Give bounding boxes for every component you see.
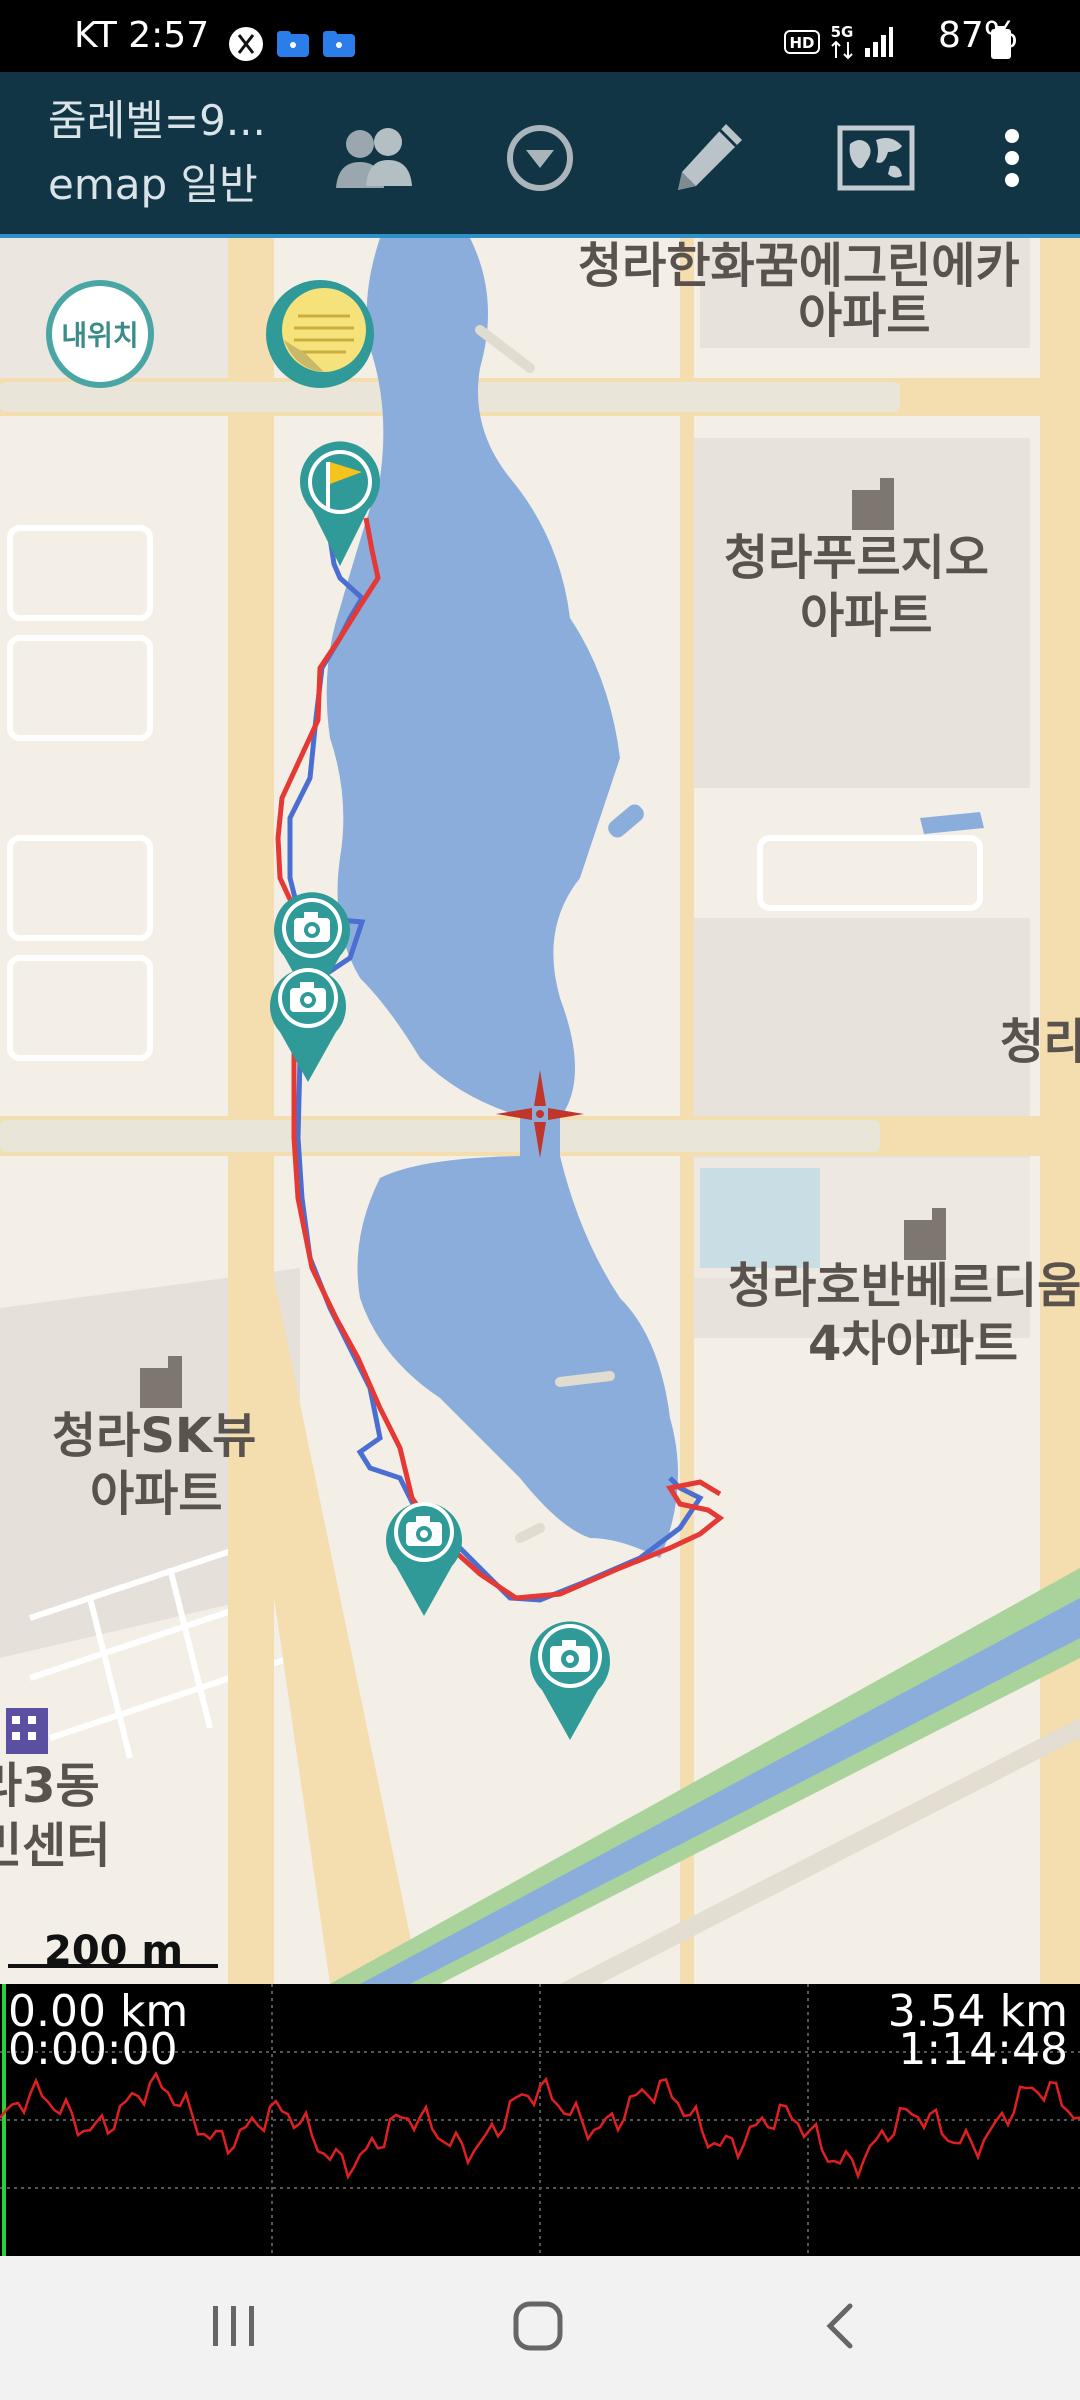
more-vert-icon [1002,128,1022,192]
photo-marker[interactable] [384,1488,462,1616]
label-dong: 라3동 [0,1758,100,1814]
my-location-button[interactable]: 내위치 [46,280,154,388]
recents-icon [209,2304,259,2352]
map-view[interactable]: 내위치 청라한화꿈에그린에카 아파트 청라푸르지오 아파트 청라 청라호반베르디… [0,238,1080,1984]
label-hoban: 청라호반베르디움 [728,1258,1080,1314]
folder-icon [276,30,310,62]
photo-marker[interactable] [268,954,346,1082]
svg-text:HD: HD [789,34,814,52]
folder-icon [322,30,356,62]
map-type-label[interactable]: emap 일반 [48,158,258,212]
5g-data-icon: 5G [826,22,858,66]
signal-icon [864,26,894,62]
zoom-level-label[interactable]: 줌레벨=9... [48,94,266,148]
map-layers-button[interactable] [824,108,928,212]
edit-button[interactable] [656,108,760,212]
map-layers-icon [836,122,916,198]
scale-line [8,1964,218,1968]
more-options-button[interactable] [962,108,1062,212]
start-flag-marker[interactable] [298,438,380,566]
my-location-label: 내위치 [61,319,139,352]
scale-bar: 200 m [8,1928,218,1974]
label-hanwha-apt: 아파트 [798,288,931,344]
elevation-profile[interactable]: 0.00 km 0:00:00 3.54 km 1:14:48 [0,1984,1080,2256]
end-time: 1:14:48 [898,2024,1068,2075]
label-sk: 청라SK뷰 [52,1408,257,1464]
back-button[interactable] [780,2278,900,2378]
home-icon [512,2300,564,2356]
x-app-icon [228,26,264,66]
clock: 2:57 [128,15,210,56]
label-prugio: 청라푸르지오 [724,530,989,586]
home-button[interactable] [478,2278,598,2378]
system-nav-bar [0,2256,1080,2400]
battery-icon [990,26,1012,64]
label-hoban-apt: 4차아파트 [808,1316,1019,1372]
map-toolbar: 줌레벨=9... emap 일반 [0,72,1080,238]
carrier-label: KT [74,15,117,56]
dropdown-button[interactable] [488,108,592,212]
label-hanwha: 청라한화꿈에그린에카 [578,238,1020,294]
status-left: KT 2:57 [74,14,209,58]
memo-button[interactable] [266,280,374,388]
group-button[interactable] [322,108,426,212]
group-icon [330,118,418,202]
label-cheongna: 청라 [1000,1014,1080,1070]
svg-text:5G: 5G [831,23,854,41]
photo-marker[interactable] [528,1612,610,1740]
back-icon [822,2302,858,2354]
dropdown-icon [504,122,576,198]
label-center: 민센터 [0,1818,111,1874]
label-sk-apt: 아파트 [90,1466,223,1522]
recents-button[interactable] [174,2278,294,2378]
lake [326,238,678,1558]
community-center-icon [6,1708,48,1754]
label-prugio-apt: 아파트 [800,588,933,644]
pencil-icon [666,116,750,204]
start-time: 0:00:00 [8,2024,178,2075]
status-bar: KT 2:57 HD 5G 87% [0,0,1080,72]
hd-voice-icon: HD [784,28,820,60]
